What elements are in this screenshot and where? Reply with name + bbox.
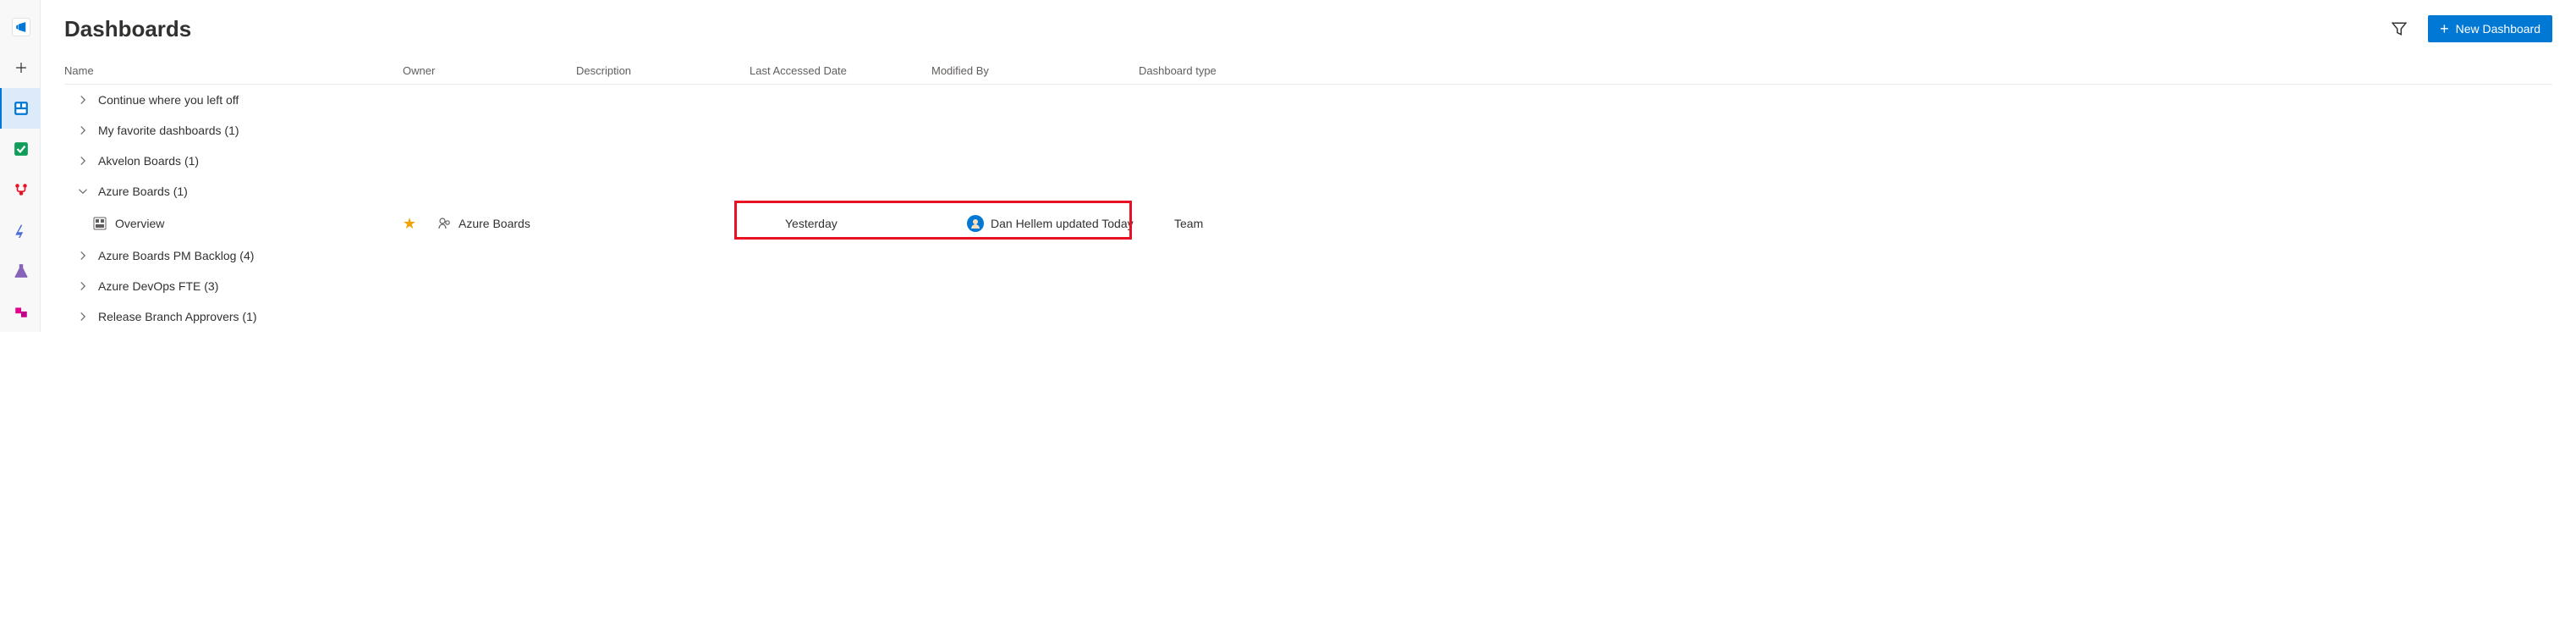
chevron-down-icon [76, 185, 90, 198]
chevron-right-icon [76, 249, 90, 262]
filter-button[interactable] [2386, 15, 2413, 42]
artifact-icon [12, 302, 30, 321]
group-release-branch-approvers[interactable]: Release Branch Approvers (1) [64, 301, 2552, 332]
group-azure-boards-pm-backlog[interactable]: Azure Boards PM Backlog (4) [64, 240, 2552, 271]
chevron-right-icon [76, 93, 90, 107]
sidebar-item-tests[interactable] [0, 251, 41, 291]
col-header-last-accessed[interactable]: Last Accessed Date [750, 64, 931, 77]
last-accessed-cell: Yesterday [785, 217, 967, 230]
sidebar-item-pipelines[interactable] [0, 210, 41, 251]
group-label: Continue where you left off [98, 93, 239, 107]
group-label: Azure Boards PM Backlog (4) [98, 249, 254, 262]
chevron-right-icon [76, 124, 90, 137]
chevron-right-icon [76, 310, 90, 323]
group-label: Azure Boards (1) [98, 185, 188, 198]
repo-icon [12, 180, 30, 199]
sidebar-item-artifacts[interactable] [0, 291, 41, 332]
avatar [967, 215, 984, 232]
nav-sidebar [0, 0, 41, 332]
plus-icon [12, 58, 30, 77]
board-check-icon [12, 140, 30, 158]
sidebar-item-boards[interactable] [0, 88, 41, 129]
col-header-name[interactable]: Name [64, 64, 403, 77]
col-header-description[interactable]: Description [576, 64, 750, 77]
header-actions: + New Dashboard [2386, 15, 2552, 42]
dashboard-name-cell: Overview [93, 217, 403, 230]
group-label: Release Branch Approvers (1) [98, 310, 257, 323]
group-continue[interactable]: Continue where you left off [64, 85, 2552, 115]
sidebar-item-work[interactable] [0, 129, 41, 169]
col-header-modified-by[interactable]: Modified By [931, 64, 1139, 77]
dashboard-name: Overview [115, 217, 164, 230]
group-favorites[interactable]: My favorite dashboards (1) [64, 115, 2552, 146]
new-dashboard-button[interactable]: + New Dashboard [2428, 15, 2552, 42]
sidebar-item-repos[interactable] [0, 169, 41, 210]
new-dashboard-label: New Dashboard [2456, 22, 2540, 36]
col-header-owner[interactable]: Owner [403, 64, 576, 77]
group-azure-boards[interactable]: Azure Boards (1) [64, 176, 2552, 207]
group-akvelon-boards[interactable]: Akvelon Boards (1) [64, 146, 2552, 176]
type-cell: Team [1174, 217, 2552, 230]
sidebar-item-summary[interactable] [0, 7, 41, 47]
owner-cell: Azure Boards [438, 217, 612, 230]
pipeline-icon [12, 221, 30, 240]
modified-by-value: Dan Hellem updated Today [991, 217, 1134, 230]
dashboard-icon [12, 99, 30, 118]
group-label: My favorite dashboards (1) [98, 124, 239, 137]
filter-icon [2392, 21, 2407, 36]
dashboard-row-overview[interactable]: Overview ★ Azure Boards Yesterday Dan He… [64, 207, 2552, 240]
team-icon [438, 217, 452, 230]
owner-value: Azure Boards [459, 217, 530, 230]
test-icon [12, 262, 30, 280]
sidebar-item-add[interactable] [0, 47, 41, 88]
modified-by-cell: Dan Hellem updated Today [967, 215, 1174, 232]
chevron-right-icon [76, 154, 90, 168]
page-title: Dashboards [64, 16, 191, 42]
column-headers: Name Owner Description Last Accessed Dat… [64, 58, 2552, 85]
dashboard-icon [93, 217, 107, 230]
group-label: Akvelon Boards (1) [98, 154, 199, 168]
group-azure-devops-fte[interactable]: Azure DevOps FTE (3) [64, 271, 2552, 301]
page-header: Dashboards + New Dashboard [64, 15, 2552, 42]
chevron-right-icon [76, 279, 90, 293]
azure-devops-icon [12, 18, 30, 36]
main-content: Dashboards + New Dashboard Name Owner De… [41, 0, 2576, 332]
favorite-cell[interactable]: ★ [403, 215, 438, 233]
group-label: Azure DevOps FTE (3) [98, 279, 218, 293]
plus-icon: + [2440, 21, 2449, 36]
col-header-type[interactable]: Dashboard type [1139, 64, 2552, 77]
star-icon: ★ [403, 215, 416, 233]
